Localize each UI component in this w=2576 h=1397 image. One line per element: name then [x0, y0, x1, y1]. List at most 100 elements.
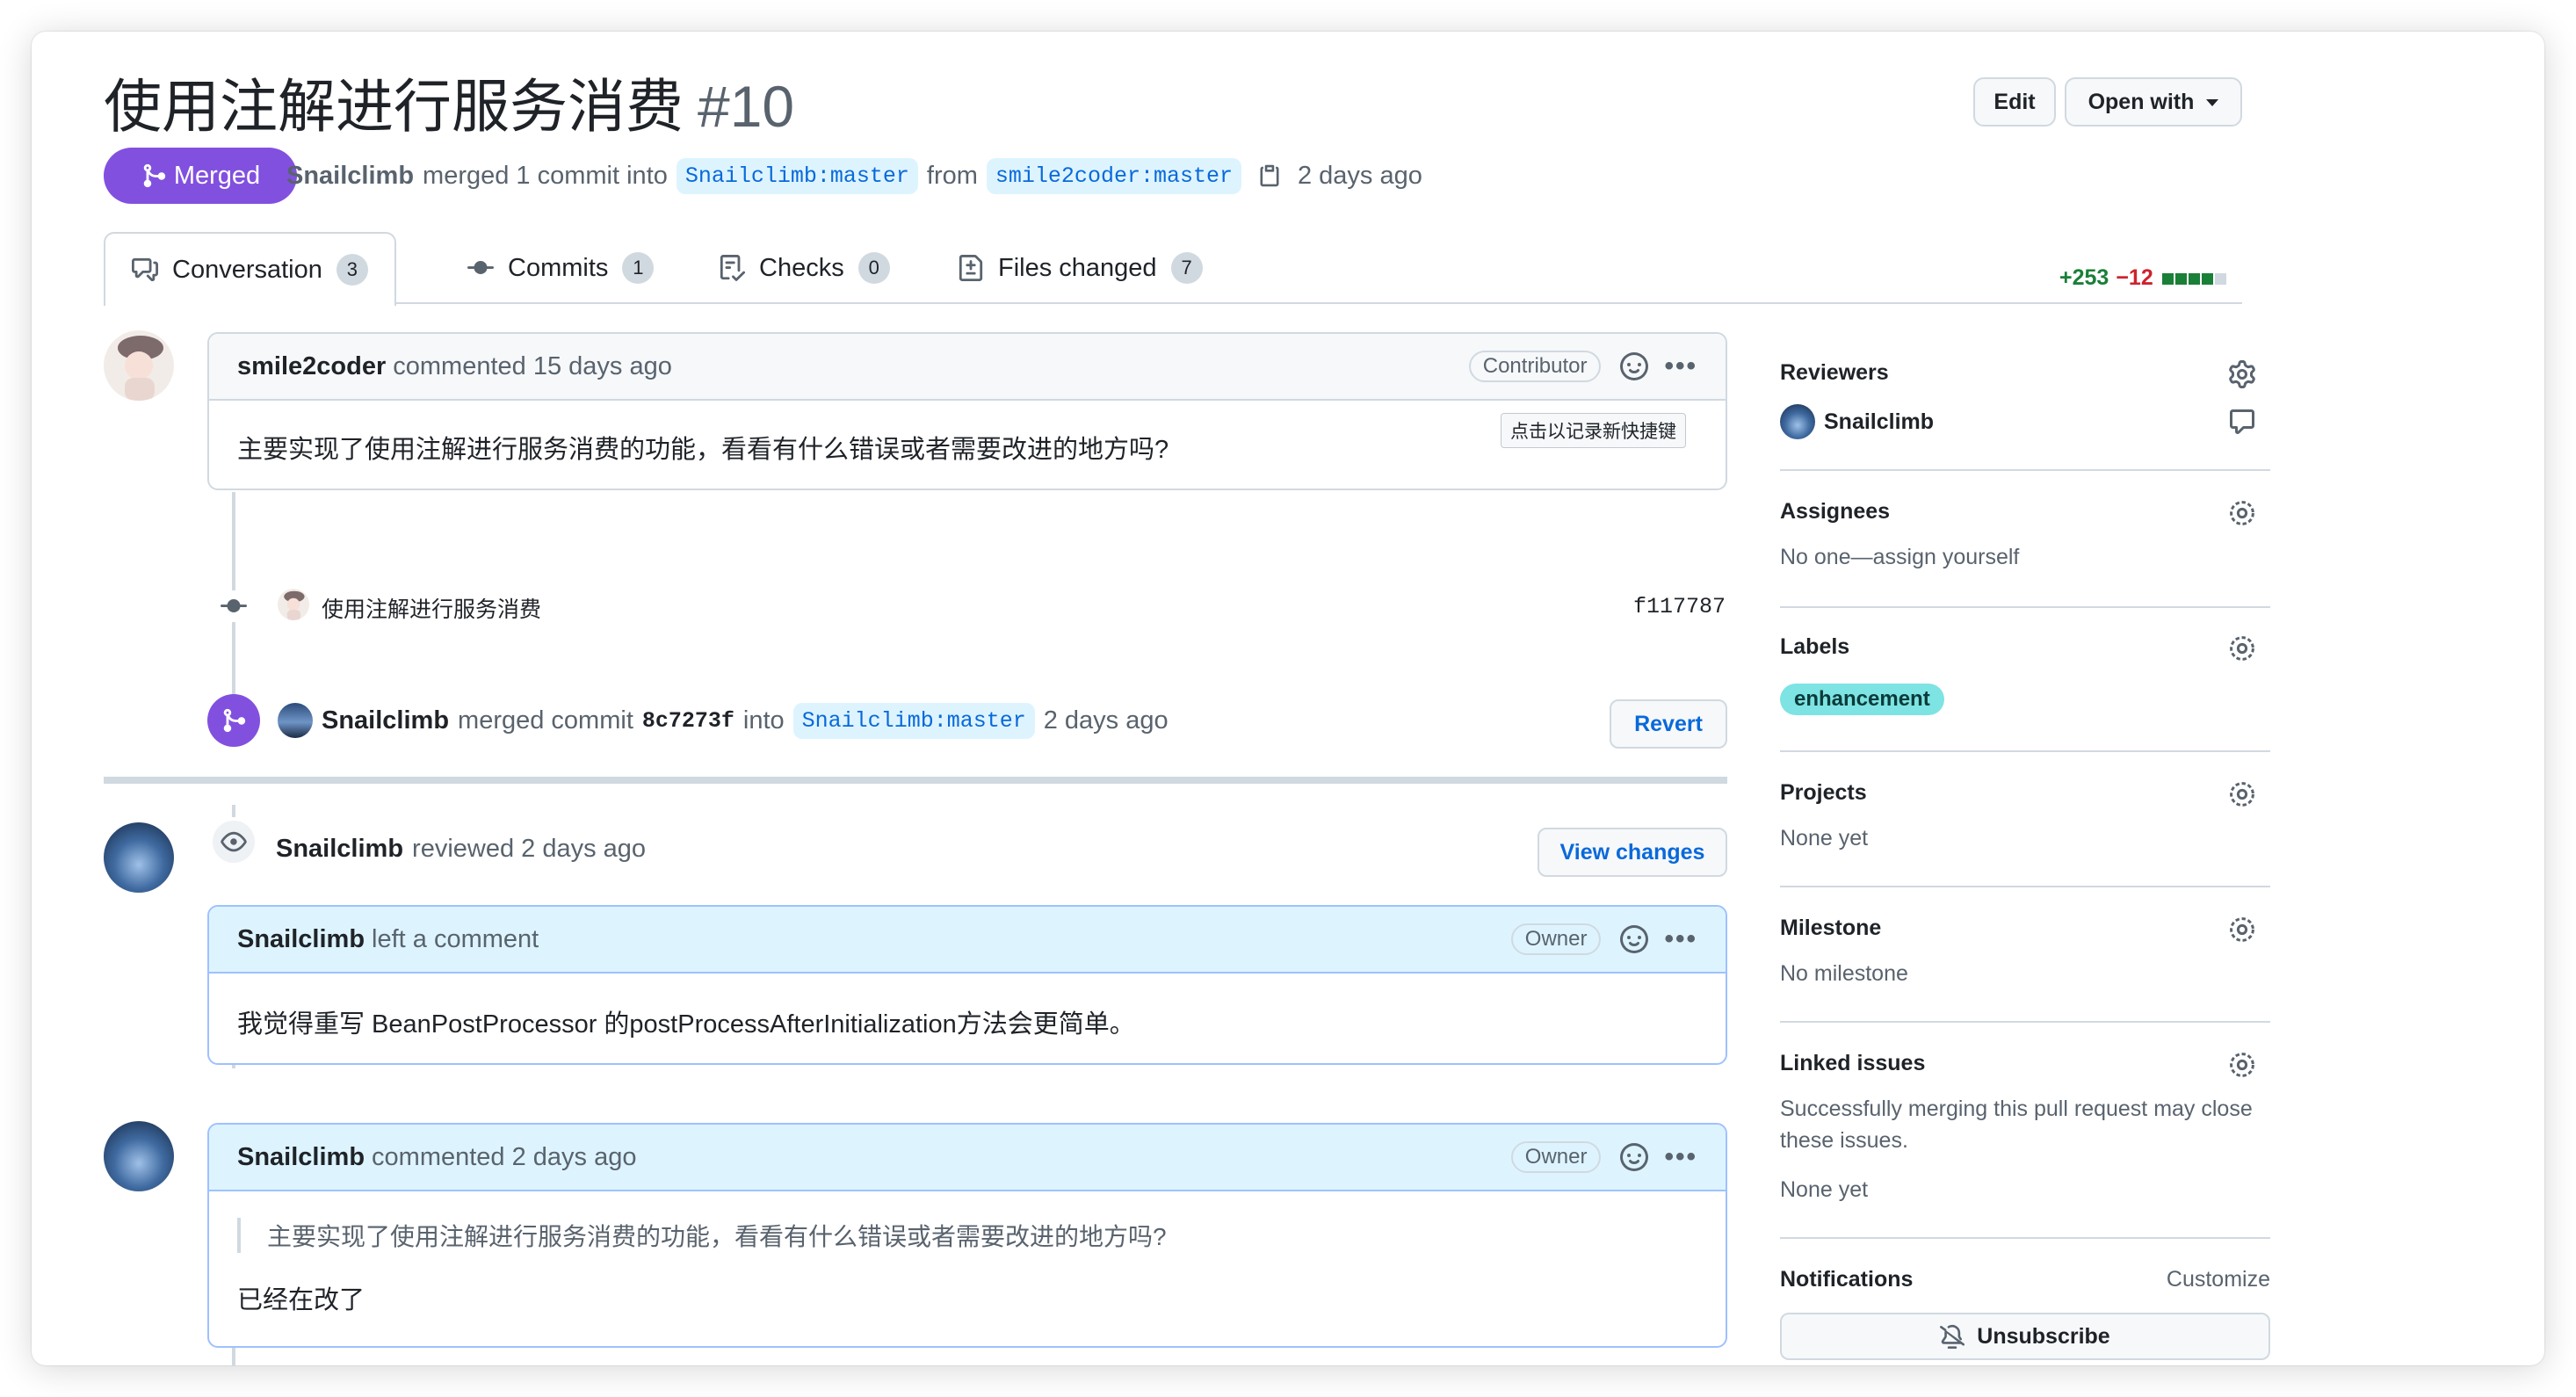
milestone-value: No milestone [1780, 961, 1908, 986]
from-text: from [926, 161, 978, 190]
merge-author-link[interactable]: Snailclimb [286, 162, 414, 191]
pr-title: 使用注解进行服务消费 #10 [104, 69, 794, 144]
last-comment-body: 已经在改了 [237, 1286, 365, 1314]
smiley-icon[interactable] [1620, 352, 1649, 380]
merge-commit-sha-link[interactable]: 8c7273f [642, 708, 734, 734]
revert-button[interactable]: Revert [1610, 699, 1727, 749]
avatar-smile2coder[interactable] [104, 330, 174, 401]
sidebar-divider [1780, 469, 2270, 471]
view-changes-label: View changes [1559, 839, 1705, 865]
merge-event-verb: merged commit [458, 706, 633, 735]
pr-title-text: 使用注解进行服务消费 [104, 74, 684, 139]
sidebar-divider [1780, 750, 2270, 752]
merger-link[interactable]: Snailclimb [322, 706, 449, 735]
bell-slash-icon [1940, 1324, 1965, 1349]
owner-badge: Owner [1510, 1141, 1602, 1173]
gear-icon[interactable] [2228, 916, 2256, 944]
comment-discussion-icon [132, 257, 158, 282]
tab-commits[interactable]: Commits 1 [467, 232, 655, 304]
smiley-icon[interactable] [1620, 1143, 1649, 1171]
labels-heading[interactable]: Labels [1780, 634, 1849, 660]
diff-deletions: −12 [2116, 265, 2153, 290]
diffstat: +253 −12 [2059, 265, 2226, 291]
tab-commits-label: Commits [508, 253, 609, 282]
commit-message-link[interactable]: 使用注解进行服务消费 [322, 592, 541, 624]
git-merge-icon [143, 163, 165, 188]
tab-files-changed[interactable]: Files changed 7 [958, 232, 1203, 304]
comment-card: smile2coder commented 15 days ago Contri… [207, 332, 1727, 490]
review-comment-author-link[interactable]: Snailclimb [237, 925, 365, 954]
smiley-icon[interactable] [1620, 925, 1649, 953]
gear-icon[interactable] [2228, 360, 2256, 388]
label-enhancement[interactable]: enhancement [1780, 684, 1944, 715]
last-comment-author-link[interactable]: Snailclimb [237, 1143, 365, 1172]
open-with-label: Open with [2088, 89, 2195, 114]
reviewer-link[interactable]: Snailclimb [276, 835, 403, 864]
linked-issues-value: None yet [1780, 1177, 1869, 1202]
sidebar-divider [1780, 886, 2270, 887]
review-event-meta[interactable]: reviewed 2 days ago [412, 835, 646, 864]
tab-conversation[interactable]: Conversation 3 [104, 232, 396, 306]
diffstat-square [2214, 273, 2226, 285]
last-comment-meta[interactable]: commented 2 days ago [372, 1143, 636, 1172]
quoted-reply: 主要实现了使用注解进行服务消费的功能，看看有什么错误或者需要改进的地方吗? [237, 1218, 1697, 1253]
unsubscribe-button[interactable]: Unsubscribe [1780, 1313, 2270, 1360]
open-with-button[interactable]: Open with [2065, 77, 2242, 127]
kebab-menu-icon[interactable]: ••• [1664, 351, 1697, 381]
commenter-avatar[interactable] [104, 1121, 174, 1191]
kebab-menu-icon[interactable]: ••• [1664, 1142, 1697, 1172]
file-diff-icon [959, 255, 983, 281]
milestone-heading[interactable]: Milestone [1780, 916, 1881, 941]
reviewer-sidebar-avatar[interactable] [1780, 404, 1815, 439]
avatar-illustration [284, 590, 305, 620]
copy-icon[interactable] [1257, 163, 1282, 188]
tab-conversation-label: Conversation [172, 255, 322, 284]
assignees-heading[interactable]: Assignees [1780, 499, 1890, 525]
merge-target-branch-link[interactable]: Snailclimb:master [792, 702, 1035, 739]
pr-number: #10 [698, 74, 795, 139]
sidebar-divider [1780, 1237, 2270, 1239]
gear-icon[interactable] [2228, 499, 2256, 527]
head-branch-link[interactable]: smile2coder:master [986, 157, 1241, 194]
review-event-badge [209, 817, 258, 866]
assign-yourself-link[interactable]: No one—assign yourself [1780, 545, 2019, 570]
reviewers-heading[interactable]: Reviewers [1780, 360, 1889, 386]
merged-status-badge: Merged [104, 148, 297, 204]
merge-event-into: into [742, 706, 785, 735]
sidebar-divider [1780, 606, 2270, 608]
edit-button[interactable]: Edit [1973, 77, 2056, 127]
git-merge-icon [223, 708, 246, 733]
owner-badge: Owner [1510, 923, 1602, 955]
tab-checks-count: 0 [857, 252, 890, 284]
customize-link[interactable]: Customize [2140, 1267, 2270, 1292]
projects-heading[interactable]: Projects [1780, 780, 1867, 806]
edit-label: Edit [1994, 89, 2036, 114]
reviewer-avatar[interactable] [104, 822, 174, 893]
gear-icon[interactable] [2228, 780, 2256, 808]
reviewer-name-link[interactable]: Snailclimb [1824, 409, 1934, 435]
kebab-menu-icon[interactable]: ••• [1664, 924, 1697, 954]
linked-issues-note-line2: these issues. [1780, 1128, 1908, 1153]
view-changes-button[interactable]: View changes [1538, 828, 1727, 877]
base-branch-link[interactable]: Snailclimb:master [676, 157, 918, 194]
merge-action-text: merged 1 commit into [423, 161, 668, 190]
commit-sha-link[interactable]: f117787 [1604, 594, 1726, 619]
diffstat-bar [2160, 265, 2226, 291]
gear-icon[interactable] [2228, 1051, 2256, 1079]
review-comment-meta: left a comment [372, 924, 539, 953]
browser-window: 使用注解进行服务消费 #10 Edit Open with Merged Snai… [32, 32, 2544, 1365]
tab-checks[interactable]: Checks 0 [719, 232, 890, 304]
commit-author-avatar[interactable] [278, 589, 309, 620]
comment-icon[interactable] [2228, 408, 2256, 436]
gear-icon[interactable] [2228, 634, 2256, 662]
comment-meta[interactable]: commented 15 days ago [393, 352, 672, 381]
linked-issues-heading[interactable]: Linked issues [1780, 1051, 1925, 1076]
last-comment-header: Snailclimb commented 2 days ago Owner ••… [209, 1125, 1726, 1191]
merger-avatar[interactable] [278, 703, 313, 738]
tab-files-changed-label: Files changed [998, 253, 1157, 282]
merge-event-badge [207, 694, 260, 747]
comment-author-link[interactable]: smile2coder [237, 352, 386, 381]
merge-time: 2 days ago [1297, 161, 1422, 190]
merge-event-time[interactable]: 2 days ago [1044, 706, 1169, 735]
review-comment-body: 我觉得重写 BeanPostProcessor 的postProcessAfte… [237, 1010, 1135, 1039]
